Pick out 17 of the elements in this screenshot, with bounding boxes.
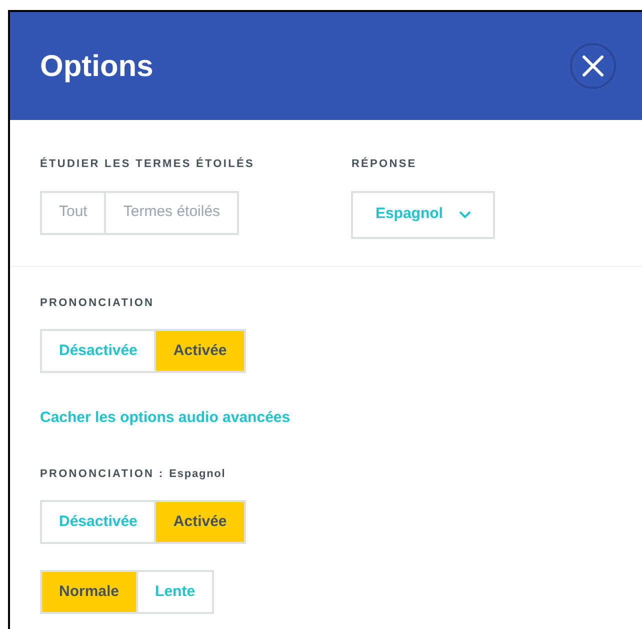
language-dropdown[interactable]: Espagnol: [351, 190, 495, 238]
toggle-option[interactable]: Activée: [154, 331, 244, 371]
section-label: PRONONCIATION: [40, 296, 156, 310]
dialog-title: Options: [40, 48, 154, 84]
language-name: Espagnol: [169, 466, 226, 482]
toggle-option[interactable]: Lente: [136, 572, 212, 612]
close-button[interactable]: [570, 43, 616, 89]
chevron-down-icon: [458, 210, 471, 218]
section-label: PRONONCIATION :: [40, 466, 164, 482]
advanced-audio-link[interactable]: Cacher les options audio avancées: [40, 407, 290, 430]
toggle-option[interactable]: Désactivée: [42, 331, 154, 371]
section-label: RÉPONSE: [351, 156, 418, 172]
toggle-option[interactable]: Normale: [42, 572, 136, 612]
toggle-option[interactable]: Activée: [154, 502, 244, 542]
toggle-option[interactable]: Désactivée: [42, 502, 154, 542]
section-label: ÉTUDIER LES TERMES ÉTOILÉS: [40, 156, 254, 172]
close-icon: [582, 55, 604, 77]
